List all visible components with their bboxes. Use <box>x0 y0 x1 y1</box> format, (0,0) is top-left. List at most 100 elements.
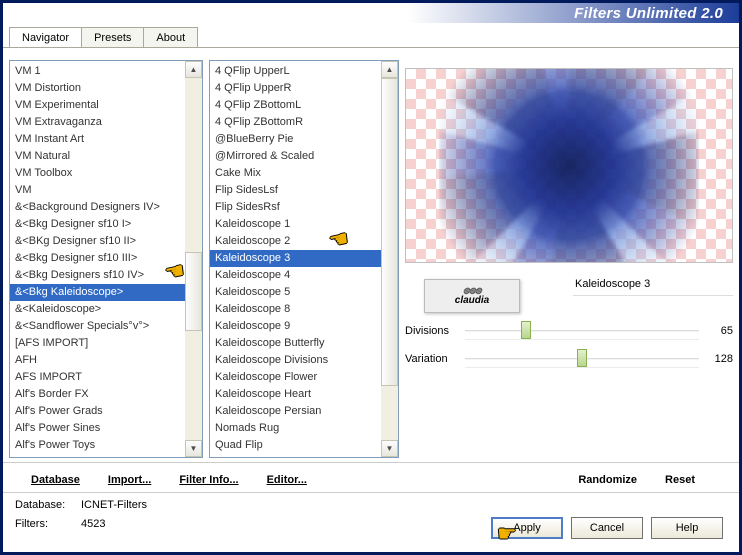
list-item[interactable]: Flip SidesRsf <box>210 199 398 216</box>
slider-value: 65 <box>699 325 733 337</box>
watermark-badge: ◍◍◍ claudia <box>424 279 520 313</box>
scroll-thumb[interactable] <box>381 78 398 386</box>
list-item[interactable]: Alf's Power Grads <box>10 403 202 420</box>
list-item[interactable]: Kaleidoscope 5 <box>210 284 398 301</box>
list-item[interactable]: VM 1 <box>10 63 202 80</box>
list-item[interactable]: Radial Mirror <box>210 454 398 457</box>
status-filters-label: Filters: <box>15 518 73 531</box>
list-item[interactable]: VM Natural <box>10 148 202 165</box>
list-item[interactable]: Kaleidoscope Butterfly <box>210 335 398 352</box>
list-item[interactable]: Alf's Power Sines <box>10 420 202 437</box>
content-area: Navigator Presets About VM 1VM Distortio… <box>3 23 739 552</box>
list-item[interactable]: &<Bkg Designer sf10 I> <box>10 216 202 233</box>
list-item[interactable]: Kaleidoscope 9 <box>210 318 398 335</box>
list-item[interactable]: VM Toolbox <box>10 165 202 182</box>
list-item[interactable]: Kaleidoscope Persian <box>210 403 398 420</box>
status-db-label: Database: <box>15 499 73 512</box>
slider[interactable] <box>465 322 699 340</box>
list-item[interactable]: Kaleidoscope 1 <box>210 216 398 233</box>
slider-value: 128 <box>699 353 733 365</box>
list-item[interactable]: Kaleidoscope 2 <box>210 233 398 250</box>
list-item[interactable]: AlphaWorks <box>10 454 202 457</box>
parameter-sliders: Divisions65 Variation 128 <box>405 322 733 370</box>
list-item[interactable]: VM <box>10 182 202 199</box>
tab-navigator[interactable]: Navigator <box>9 27 82 48</box>
list-item[interactable]: VM Instant Art <box>10 131 202 148</box>
filter-listbox[interactable]: 4 QFlip UpperL4 QFlip UpperR4 QFlip ZBot… <box>209 60 399 458</box>
list-item[interactable]: 4 QFlip UpperL <box>210 63 398 80</box>
scroll-track[interactable] <box>185 78 202 440</box>
dialog-buttons: Apply Cancel Help <box>491 517 723 539</box>
scroll-track[interactable] <box>381 78 398 440</box>
editor-link[interactable]: Editor... <box>267 474 307 486</box>
list-item[interactable]: &<Background Designers IV> <box>10 199 202 216</box>
watermark-text: claudia <box>455 295 489 306</box>
list-item[interactable]: &<Bkg Kaleidoscope> <box>10 284 202 301</box>
list-item[interactable]: Kaleidoscope Heart <box>210 386 398 403</box>
list-item[interactable]: &<Bkg Designers sf10 IV> <box>10 267 202 284</box>
list-item[interactable]: Kaleidoscope 4 <box>210 267 398 284</box>
app-title: Filters Unlimited 2.0 <box>574 5 723 22</box>
apply-button[interactable]: Apply <box>491 517 563 539</box>
list-item[interactable]: Quad Flip <box>210 437 398 454</box>
title-bar: Filters Unlimited 2.0 <box>3 3 739 23</box>
slider[interactable] <box>465 350 699 368</box>
scroll-up-icon[interactable]: ▲ <box>185 61 202 78</box>
list-item[interactable]: AFH <box>10 352 202 369</box>
slider-label: Variation <box>405 353 465 365</box>
import-link[interactable]: Import... <box>108 474 151 486</box>
database-link[interactable]: Database <box>31 474 80 486</box>
kaleidoscope-effect-preview <box>439 68 699 263</box>
list-item[interactable]: Alf's Border FX <box>10 386 202 403</box>
cancel-button[interactable]: Cancel <box>571 517 643 539</box>
filter-info-link[interactable]: Filter Info... <box>179 474 238 486</box>
action-link-row: Database Import... Filter Info... Editor… <box>3 462 739 492</box>
globe-icon: ◍◍◍ <box>463 286 481 295</box>
reset-link[interactable]: Reset <box>665 474 695 486</box>
slider-row: Variation 128 <box>405 350 733 370</box>
list-item[interactable]: Kaleidoscope 3 <box>210 250 398 267</box>
scroll-up-icon[interactable]: ▲ <box>381 61 398 78</box>
preview-image <box>405 68 733 263</box>
current-filter-label: Kaleidoscope 3 <box>573 273 733 296</box>
list-item[interactable]: Kaleidoscope Divisions <box>210 352 398 369</box>
list-item[interactable]: Cake Mix <box>210 165 398 182</box>
list-item[interactable]: VM Extravaganza <box>10 114 202 131</box>
tab-presets[interactable]: Presets <box>81 27 144 47</box>
list-item[interactable]: VM Distortion <box>10 80 202 97</box>
slider-row: Divisions65 <box>405 322 733 342</box>
list-item[interactable]: Kaleidoscope 8 <box>210 301 398 318</box>
category-scrollbar[interactable]: ▲ ▼ <box>185 61 202 457</box>
tab-about[interactable]: About <box>143 27 198 47</box>
list-item[interactable]: &<Bkg Designer sf10 III> <box>10 250 202 267</box>
help-button[interactable]: Help <box>651 517 723 539</box>
list-item[interactable]: &<Kaleidoscope> <box>10 301 202 318</box>
list-item[interactable]: @BlueBerry Pie <box>210 131 398 148</box>
scroll-down-icon[interactable]: ▼ <box>381 440 398 457</box>
tab-strip: Navigator Presets About <box>3 27 739 47</box>
status-db-value: ICNET-Filters <box>81 499 147 512</box>
list-item[interactable]: [AFS IMPORT] <box>10 335 202 352</box>
slider-thumb[interactable] <box>577 349 587 367</box>
list-item[interactable]: 4 QFlip ZBottomL <box>210 97 398 114</box>
list-item[interactable]: Alf's Power Toys <box>10 437 202 454</box>
randomize-link[interactable]: Randomize <box>578 474 637 486</box>
status-filters-value: 4523 <box>81 518 105 531</box>
list-item[interactable]: 4 QFlip UpperR <box>210 80 398 97</box>
list-item[interactable]: 4 QFlip ZBottomR <box>210 114 398 131</box>
slider-thumb[interactable] <box>521 321 531 339</box>
filter-scrollbar[interactable]: ▲ ▼ <box>381 61 398 457</box>
list-item[interactable]: &<Sandflower Specials°v°> <box>10 318 202 335</box>
list-item[interactable]: AFS IMPORT <box>10 369 202 386</box>
list-item[interactable]: @Mirrored & Scaled <box>210 148 398 165</box>
category-listbox[interactable]: VM 1VM DistortionVM ExperimentalVM Extra… <box>9 60 203 458</box>
list-item[interactable]: Kaleidoscope Flower <box>210 369 398 386</box>
scroll-down-icon[interactable]: ▼ <box>185 440 202 457</box>
list-item[interactable]: Flip SidesLsf <box>210 182 398 199</box>
scroll-thumb[interactable] <box>185 252 202 332</box>
window-frame: Filters Unlimited 2.0 Navigator Presets … <box>0 0 742 555</box>
list-item[interactable]: Nomads Rug <box>210 420 398 437</box>
list-item[interactable]: &<BKg Designer sf10 II> <box>10 233 202 250</box>
list-item[interactable]: VM Experimental <box>10 97 202 114</box>
main-row: VM 1VM DistortionVM ExperimentalVM Extra… <box>3 60 739 458</box>
